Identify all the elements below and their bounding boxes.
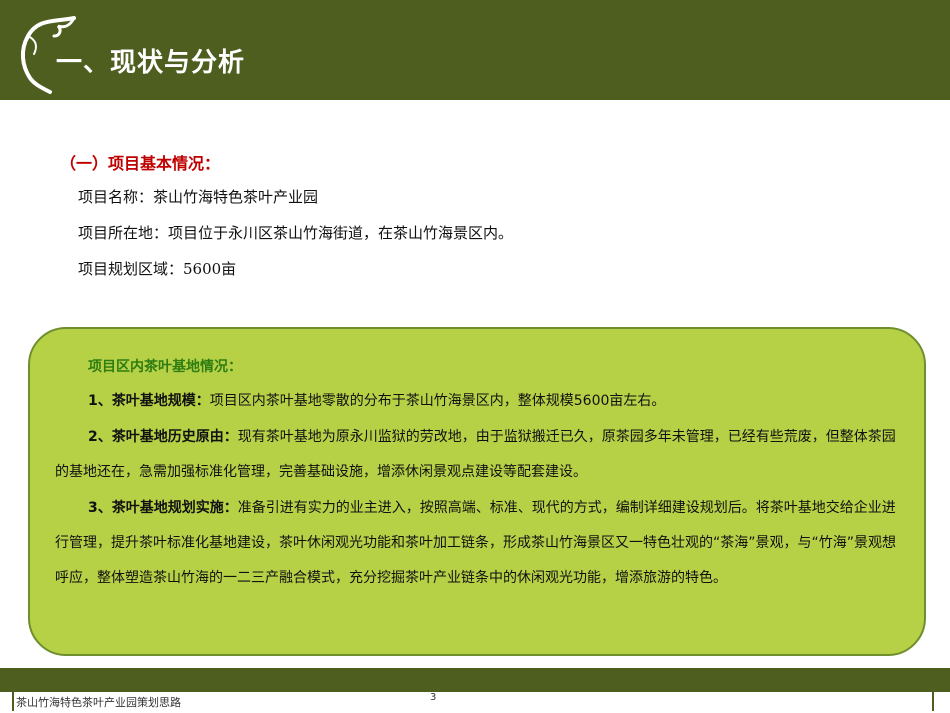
- project-location-line: 项目所在地：项目位于永川区茶山竹海街道，在茶山竹海景区内。: [78, 224, 514, 242]
- footer-divider-left: [12, 691, 14, 711]
- paragraph-scale: 1、茶叶基地规模：项目区内茶叶基地零散的分布于茶山竹海景区内，整体规模5600亩…: [55, 384, 905, 419]
- paragraph-scale-text: 项目区内茶叶基地零散的分布于茶山竹海景区内，整体规模5600亩左右。: [209, 393, 666, 409]
- section-heading: （一）项目基本情况：: [60, 154, 221, 173]
- paragraph-history: 2、茶叶基地历史原由：现有茶叶基地为原永川监狱的劳改地，由于监狱搬迁已久，原茶园…: [55, 420, 905, 490]
- panel-heading: 项目区内茶叶基地情况：: [88, 359, 242, 375]
- paragraph-scale-label: 1、茶叶基地规模：: [88, 393, 210, 409]
- header-bar: 一、现状与分析: [0, 0, 950, 100]
- page-title: 一、现状与分析: [56, 48, 246, 78]
- footer-title: 茶山竹海特色茶叶产业园策划思路: [16, 696, 181, 709]
- paragraph-history-label: 2、茶叶基地历史原由：: [88, 429, 238, 445]
- paragraph-plan: 3、茶叶基地规划实施：准备引进有实力的业主进入，按照高端、标准、现代的方式，编制…: [55, 491, 905, 596]
- page-number: 3: [430, 692, 437, 703]
- footer-band: [0, 668, 950, 692]
- project-area-line: 项目规划区域：5600亩: [78, 260, 237, 278]
- project-name-line: 项目名称：茶山竹海特色茶叶产业园: [78, 188, 319, 206]
- footer-divider-right: [932, 691, 934, 711]
- paragraph-plan-label: 3、茶叶基地规划实施：: [88, 500, 238, 516]
